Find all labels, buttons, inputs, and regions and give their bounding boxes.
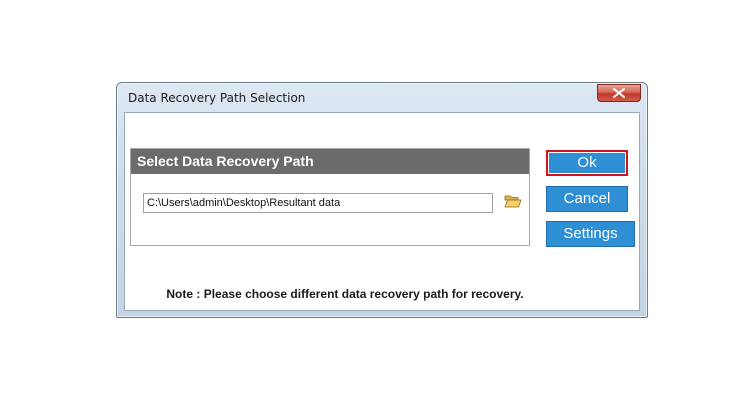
title-bar[interactable]: Data Recovery Path Selection [117, 83, 647, 113]
ok-button[interactable]: Ok [546, 150, 628, 176]
open-folder-icon[interactable] [504, 193, 522, 209]
window-title: Data Recovery Path Selection [128, 91, 306, 105]
dialog-body: Select Data Recovery Path Ok Cancel Sett… [124, 112, 640, 311]
note-text: Note : Please choose different data reco… [166, 287, 524, 301]
cancel-button[interactable]: Cancel [546, 186, 628, 212]
close-button[interactable] [597, 84, 641, 102]
recovery-path-input[interactable] [143, 193, 493, 213]
close-x-icon [613, 88, 625, 98]
path-group: Select Data Recovery Path [130, 148, 530, 246]
group-header: Select Data Recovery Path [131, 149, 529, 174]
settings-button[interactable]: Settings [546, 221, 635, 247]
recovery-path-dialog: Data Recovery Path Selection Select Data… [116, 82, 648, 318]
